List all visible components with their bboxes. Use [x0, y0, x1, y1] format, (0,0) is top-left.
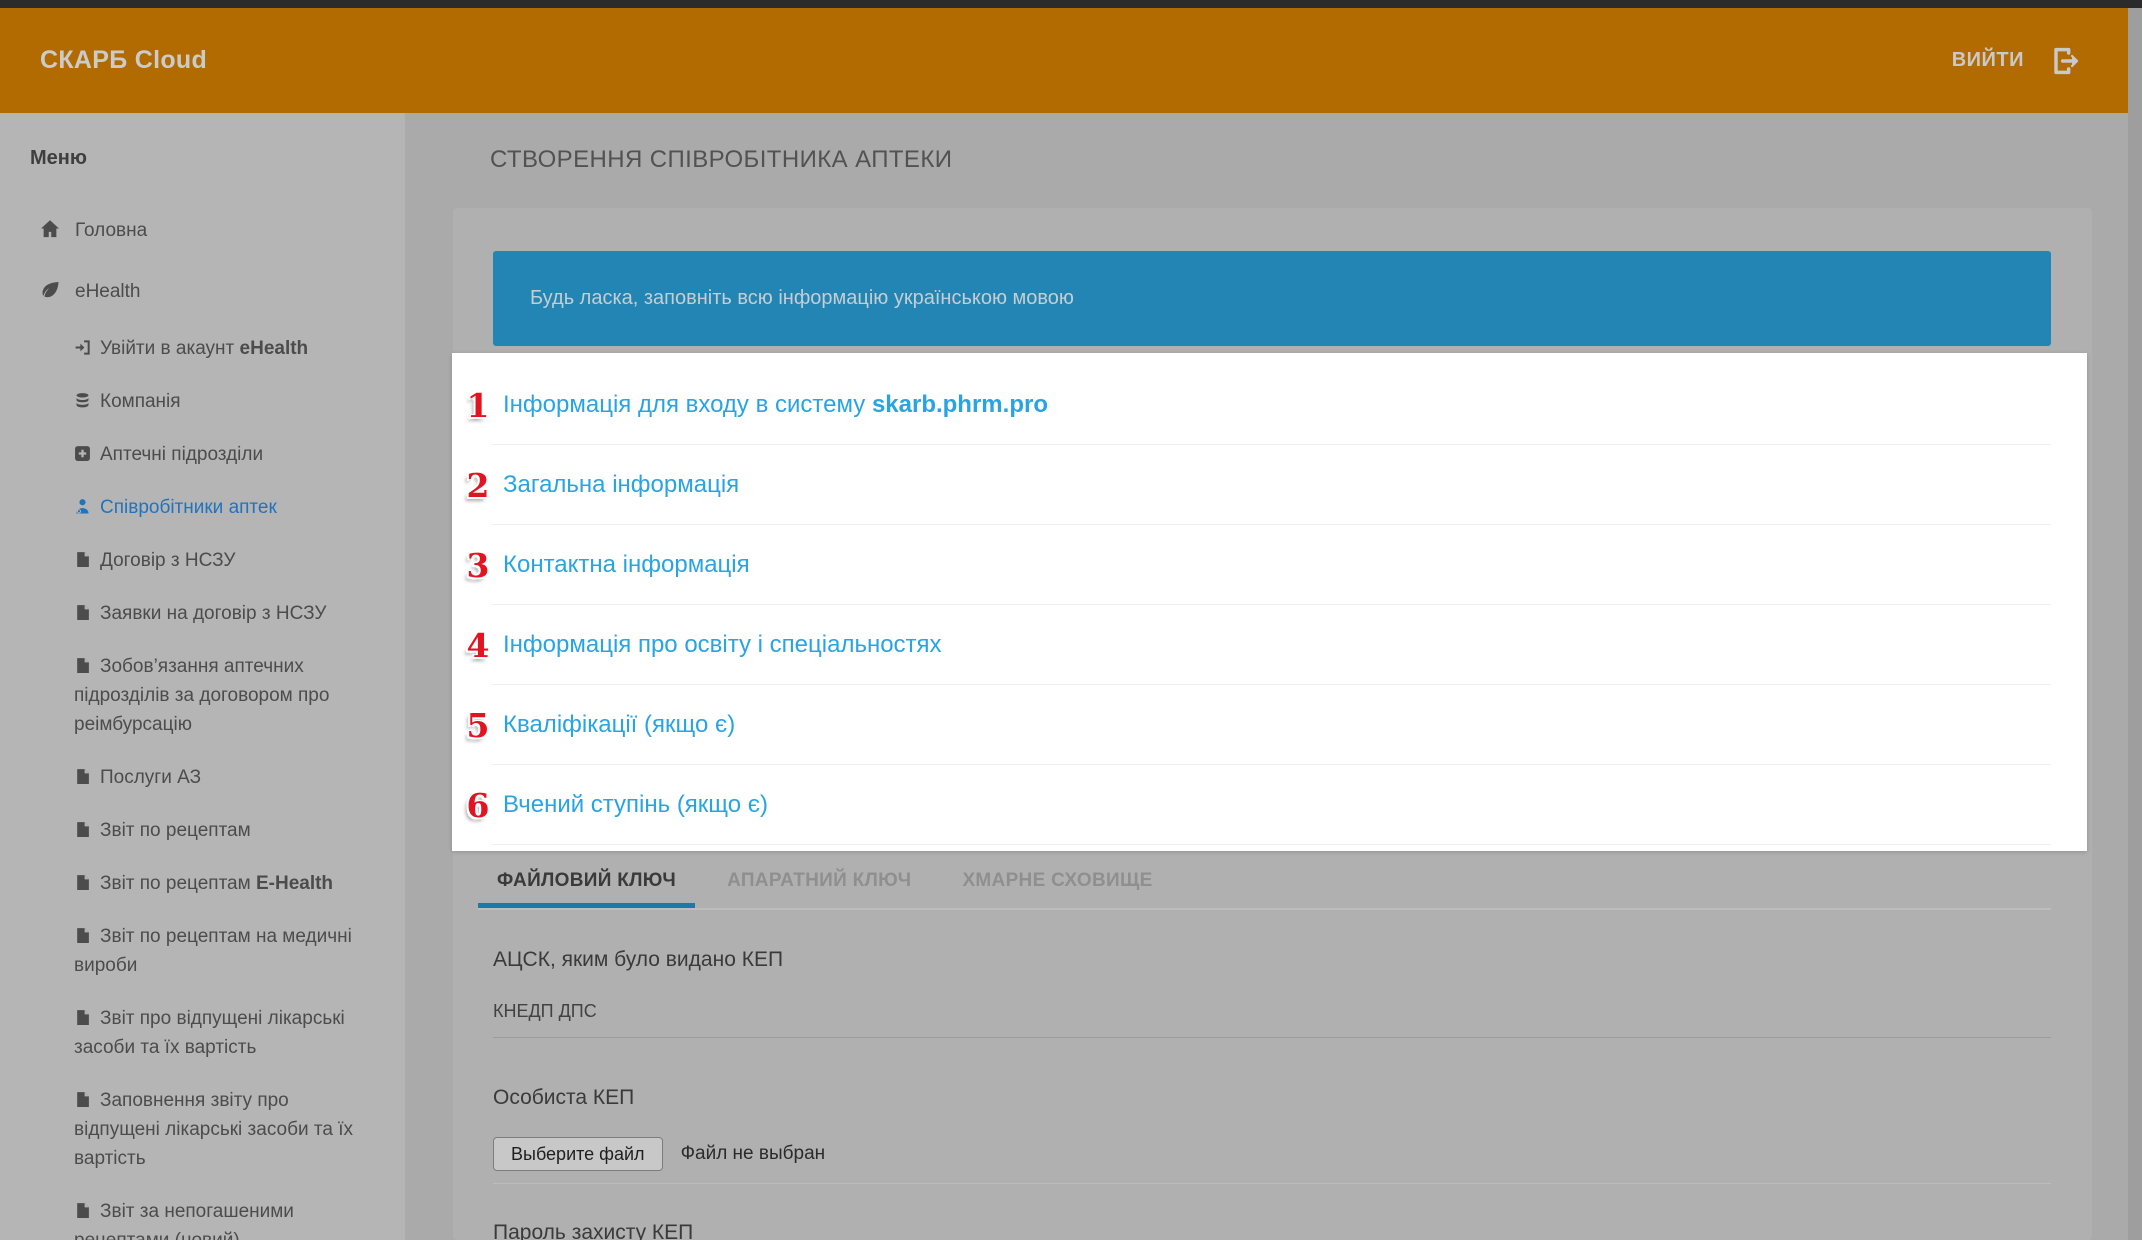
sign-in-icon: [74, 339, 91, 356]
section-row: 1 Інформація для входу в систему skarb.ph…: [452, 365, 2087, 445]
tab-inactive[interactable]: ХМАРНЕ СХОВИЩЕ: [943, 858, 1171, 908]
sections-highlight-box: 1 Інформація для входу в систему skarb.ph…: [452, 353, 2087, 851]
tab-active[interactable]: ФАЙЛОВИЙ КЛЮЧ: [478, 858, 695, 908]
kep-label: Особиста КЕП: [493, 1086, 634, 1110]
scrollbar[interactable]: [2128, 8, 2142, 1240]
logout-button[interactable]: ВИЙТИ: [1952, 8, 2082, 113]
sidebar-item-label: Послуги АЗ: [100, 767, 201, 788]
sidebar-item-label: Заповнення звіту про відпущені лікарські…: [74, 1090, 353, 1169]
database-icon: [74, 392, 91, 409]
page-title: СТВОРЕННЯ СПІВРОБІТНИКА АПТЕКИ: [490, 146, 952, 174]
sidebar-item[interactable]: Звіт про відпущені лікарські засоби та ї…: [0, 992, 405, 1074]
section-row: 2 Загальна інформація: [452, 445, 2087, 525]
sidebar-item-label: Компанія: [100, 391, 181, 412]
sidebar-item[interactable]: Аптечні підрозділи: [0, 428, 405, 481]
section-list: 1 Інформація для входу в систему skarb.ph…: [452, 365, 2087, 845]
sidebar-title: Меню: [30, 147, 405, 170]
sidebar-item[interactable]: Звіт по рецептам E-Health: [0, 857, 405, 910]
sidebar-item-label: Звіт по рецептам на медичні вироби: [74, 926, 352, 976]
sidebar-item[interactable]: Компанія: [0, 375, 405, 428]
sidebar-item-label: Заявки на договір з НСЗУ: [100, 603, 326, 624]
annotation-number: 1: [466, 386, 490, 425]
section-link[interactable]: Інформація про освіту і спеціальностях: [503, 631, 942, 659]
annotation-number: 5: [466, 706, 490, 745]
sidebar-item-label: Увійти в акаунт eHealth: [100, 338, 308, 359]
file-icon: [74, 927, 91, 944]
section-link[interactable]: Контактна інформація: [503, 551, 750, 579]
logout-icon: [2050, 45, 2082, 77]
app-header: СКАРБ Cloud ВИЙТИ: [0, 8, 2128, 113]
pharmacist-icon: [74, 498, 91, 515]
file-status-text: Файл не выбран: [681, 1143, 826, 1165]
sidebar-item-label: Співробітники аптек: [100, 497, 277, 518]
plus-square-icon: [74, 445, 91, 462]
file-icon: [74, 821, 91, 838]
sidebar-item-label: eHealth: [75, 281, 141, 302]
sidebar-item[interactable]: Договір з НСЗУ: [0, 534, 405, 587]
annotation-number: 3: [466, 546, 490, 585]
sidebar-item-label: Головна: [75, 220, 147, 241]
leaf-icon: [40, 280, 60, 300]
sidebar-item-label: Звіт по рецептам: [100, 820, 251, 841]
sidebar-item-label: Звіт за непогашеними рецептами (новий): [74, 1201, 294, 1240]
sidebar-item[interactable]: eHealth: [0, 261, 405, 322]
sidebar-item-label: Звіт про відпущені лікарські засоби та ї…: [74, 1008, 345, 1058]
sidebar-item-label: Договір з НСЗУ: [100, 550, 235, 571]
info-banner-text: Будь ласка, заповніть всю інформацію укр…: [530, 287, 1074, 310]
sidebar-item-label: Звіт по рецептам E-Health: [100, 873, 333, 894]
annotation-number: 4: [466, 626, 490, 665]
sidebar-item[interactable]: Звіт по рецептам: [0, 804, 405, 857]
tabs-baseline: [478, 908, 2051, 910]
file-icon: [74, 874, 91, 891]
sidebar: Меню Головна eHealth Увійти в акаунт eHeal…: [0, 113, 405, 1240]
file-icon: [74, 1009, 91, 1026]
top-strip: [0, 0, 2142, 8]
file-icon: [74, 657, 91, 674]
file-icon: [74, 1202, 91, 1219]
section-link[interactable]: Загальна інформація: [503, 471, 739, 499]
acsk-select-underline: [493, 1037, 2051, 1038]
file-icon: [74, 604, 91, 621]
form-separator: [493, 1183, 2051, 1184]
section-separator: [492, 844, 2051, 845]
annotation-number: 2: [466, 466, 490, 505]
section-row: 6 Вчений ступінь (якщо є): [452, 765, 2087, 845]
section-link[interactable]: Інформація для входу в систему skarb.phr…: [503, 391, 1048, 419]
info-banner: Будь ласка, заповніть всю інформацію укр…: [493, 251, 2051, 346]
section-link[interactable]: Вчений ступінь (якщо є): [503, 791, 768, 819]
section-row: 4 Інформація про освіту і спеціальностях: [452, 605, 2087, 685]
sidebar-item[interactable]: Звіт по рецептам на медичні вироби: [0, 910, 405, 992]
brand-title: СКАРБ Cloud: [40, 8, 207, 113]
sidebar-item[interactable]: Послуги АЗ: [0, 751, 405, 804]
sidebar-item-label: Зобов’язання аптечних підрозділів за дог…: [74, 656, 329, 735]
section-link[interactable]: Кваліфікації (якщо є): [503, 711, 735, 739]
file-icon: [74, 1091, 91, 1108]
sidebar-item[interactable]: Заповнення звіту про відпущені лікарські…: [0, 1074, 405, 1185]
sidebar-item[interactable]: Зобов’язання аптечних підрозділів за дог…: [0, 640, 405, 751]
sidebar-item[interactable]: Увійти в акаунт eHealth: [0, 322, 405, 375]
sidebar-item[interactable]: Головна: [0, 200, 405, 261]
acsk-label: АЦСК, яким було видано КЕП: [493, 948, 783, 972]
section-row: 3 Контактна інформація: [452, 525, 2087, 605]
home-icon: [40, 219, 60, 239]
sidebar-item[interactable]: Співробітники аптек: [0, 481, 405, 534]
sidebar-item[interactable]: Звіт за непогашеними рецептами (новий): [0, 1185, 405, 1240]
acsk-select[interactable]: КНЕДП ДПС: [493, 1001, 597, 1022]
sidebar-nav: Головна eHealth Увійти в акаунт eHealth Ком…: [0, 200, 405, 1240]
choose-file-button[interactable]: Выберите файл: [493, 1137, 663, 1171]
file-icon: [74, 768, 91, 785]
key-tabs: ФАЙЛОВИЙ КЛЮЧ АПАРАТНИЙ КЛЮЧ ХМАРНЕ СХОВИЩ…: [478, 858, 1185, 908]
section-row: 5 Кваліфікації (якщо є): [452, 685, 2087, 765]
kep-file-input: Выберите файл Файл не выбран: [493, 1137, 825, 1171]
sidebar-item-label: Аптечні підрозділи: [100, 444, 263, 465]
annotation-number: 6: [466, 786, 490, 825]
sidebar-item[interactable]: Заявки на договір з НСЗУ: [0, 587, 405, 640]
kep-password-label: Пароль захисту КЕП: [493, 1221, 693, 1240]
tab-inactive[interactable]: АПАРАТНИЙ КЛЮЧ: [708, 858, 930, 908]
logout-label: ВИЙТИ: [1952, 49, 2024, 72]
file-icon: [74, 551, 91, 568]
